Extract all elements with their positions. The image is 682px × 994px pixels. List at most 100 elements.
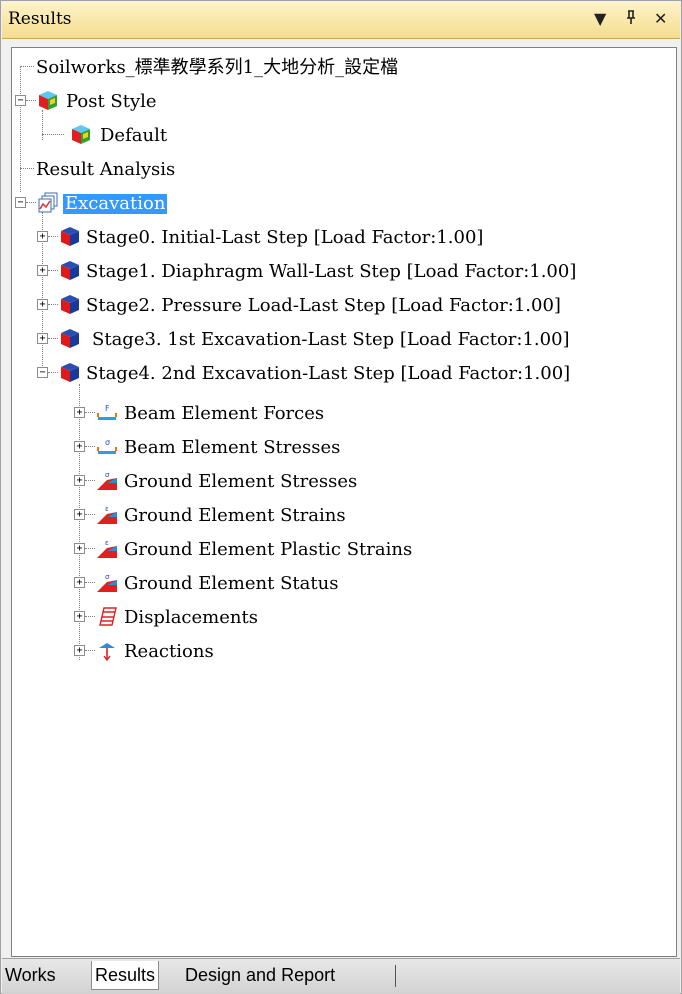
displacements-icon [99,607,117,626]
displacements-label: Displacements [124,607,258,628]
tree-item-excavation[interactable]: − Excavation [12,188,672,220]
tree-item-ground-element-strains[interactable]: + ε Ground Element Strains [12,500,672,532]
tree-item-stage2[interactable]: + Stage2. Pressure Load-Last Step [Load … [12,290,672,322]
stage1-label: Stage1. Diaphragm Wall-Last Step [Load F… [86,261,577,282]
tree-line [85,616,95,617]
tab-design-and-report[interactable]: Design and Report [182,961,338,989]
svg-text:F: F [105,404,110,413]
expand-icon[interactable]: + [74,407,85,418]
tree-line [48,270,58,271]
reactions-label: Reactions [124,641,214,662]
beam-forces-icon: F [97,404,117,420]
results-tree: Soilworks_標準教學系列1_大地分析_設定檔 − Post Style [11,47,677,957]
ground-element-strains-label: Ground Element Strains [124,505,346,526]
svg-text:σ: σ [105,438,110,447]
expand-icon[interactable]: + [74,611,85,622]
expand-icon[interactable]: + [74,475,85,486]
tree-line [48,338,58,339]
expand-icon[interactable]: + [37,231,48,242]
default-style-cube-icon [72,125,90,144]
tree-item-stage4[interactable]: − Stage4. 2nd Excavation-Last Step [Load… [12,358,672,390]
tree-item-stage3[interactable]: + Stage3. 1st Excavation-Last Step [Load… [12,324,672,356]
expand-icon[interactable]: + [74,509,85,520]
excavation-analysis-icon [38,192,58,213]
svg-text:ε: ε [105,539,109,547]
tree-item-beam-element-stresses[interactable]: + σ Beam Element Stresses [12,432,672,464]
tree-item-ground-element-plastic-strains[interactable]: + ε Ground Element Plastic Strains [12,534,672,566]
tree-line [85,412,95,413]
beam-stresses-icon: σ [97,438,117,454]
ground-stresses-icon: σ [97,471,117,490]
default-label: Default [100,125,168,146]
tree-line [85,650,95,651]
tree-line [85,446,95,447]
tree-line [85,582,95,583]
excavation-label: Excavation [61,193,169,215]
tree-line [26,202,36,203]
stage-cube-icon [61,295,79,314]
tree-line [20,168,34,169]
expand-icon[interactable]: + [37,299,48,310]
ground-status-icon: σ [97,573,117,592]
svg-text:σ: σ [105,573,110,581]
tree-line [20,66,34,67]
pin-icon[interactable] [624,9,638,29]
tree-item-stage1[interactable]: + Stage1. Diaphragm Wall-Last Step [Load… [12,256,672,288]
tree-item-displacements[interactable]: + Displacements [12,602,672,634]
root-label: Soilworks_標準教學系列1_大地分析_設定檔 [36,57,399,78]
tab-results[interactable]: Results [91,961,160,990]
ground-element-status-label: Ground Element Status [124,573,339,594]
tree-line [48,372,58,373]
stage-cube-icon [61,227,79,246]
stage-cube-icon [61,363,79,382]
tree-line [85,514,95,515]
post-style-cube-icon [39,91,57,110]
tree-line [48,236,58,237]
expand-icon[interactable]: + [74,645,85,656]
expand-icon[interactable]: + [74,577,85,588]
bottom-tab-bar: Works Results Design and Report [2,958,680,994]
stage-cube-icon [61,329,79,348]
beam-element-forces-label: Beam Element Forces [124,403,325,424]
collapse-icon[interactable]: − [15,197,26,208]
ground-plastic-strains-icon: ε [97,539,117,558]
close-icon[interactable]: ✕ [654,9,667,28]
tree-item-beam-element-forces[interactable]: + F Beam Element Forces [12,398,672,430]
tree-item-stage0[interactable]: + Stage0. Initial-Last Step [Load Factor… [12,222,672,254]
collapse-icon[interactable]: − [15,95,26,106]
panel-titlebar: Results ▼ ✕ [2,2,680,39]
collapse-icon[interactable]: − [37,367,48,378]
tree-line [85,548,95,549]
tab-works[interactable]: Works [2,961,59,989]
tree-line [48,304,58,305]
results-panel: Results ▼ ✕ Soilworks_標準教學系列1_大地分析_設定檔 − [0,0,682,994]
post-style-label: Post Style [66,91,157,112]
tree-item-ground-element-status[interactable]: + σ Ground Element Status [12,568,672,600]
tree-root[interactable]: Soilworks_標準教學系列1_大地分析_設定檔 [12,52,672,84]
result-analysis-label: Result Analysis [36,159,176,180]
tree-line [42,134,64,135]
svg-text:σ: σ [105,471,110,479]
ground-strains-icon: ε [97,505,117,524]
tree-item-result-analysis[interactable]: Result Analysis [12,154,672,186]
beam-element-stresses-label: Beam Element Stresses [124,437,341,458]
tree-item-ground-element-stresses[interactable]: + σ Ground Element Stresses [12,466,672,498]
expand-icon[interactable]: + [37,265,48,276]
stage4-label: Stage4. 2nd Excavation-Last Step [Load F… [86,363,571,384]
tree-item-reactions[interactable]: + Reactions [12,636,672,668]
ground-element-plastic-strains-label: Ground Element Plastic Strains [124,539,413,560]
panel-title: Results [8,9,72,29]
ground-element-stresses-label: Ground Element Stresses [124,471,358,492]
stage2-label: Stage2. Pressure Load-Last Step [Load Fa… [86,295,561,316]
tab-separator [395,965,396,987]
tree-line [85,480,95,481]
stage-cube-icon [61,261,79,280]
expand-icon[interactable]: + [74,543,85,554]
expand-icon[interactable]: + [37,333,48,344]
dropdown-icon[interactable]: ▼ [594,9,606,28]
tree-item-default[interactable]: Default [12,120,672,152]
reactions-icon [99,643,115,661]
tree-item-post-style[interactable]: − Post Style [12,86,672,118]
expand-icon[interactable]: + [74,441,85,452]
tree-line [26,100,36,101]
